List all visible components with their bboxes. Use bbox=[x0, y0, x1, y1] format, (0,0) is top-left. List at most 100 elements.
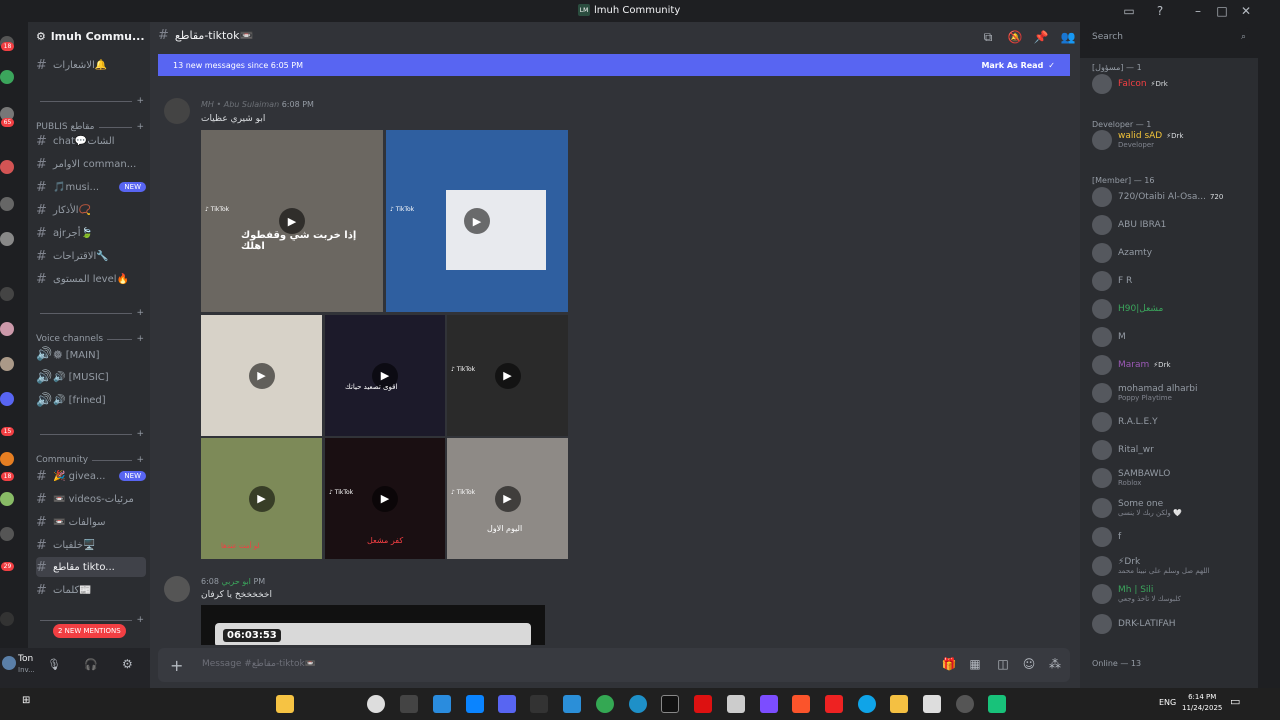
add-channel-icon[interactable]: + bbox=[136, 308, 144, 318]
terminal-icon[interactable] bbox=[661, 695, 679, 713]
app-icon[interactable] bbox=[988, 695, 1006, 713]
folder-icon[interactable] bbox=[890, 695, 908, 713]
add-channel-icon[interactable]: + bbox=[136, 615, 144, 625]
avatar[interactable] bbox=[164, 576, 190, 602]
emoji-icon[interactable]: ☺ bbox=[1020, 655, 1038, 673]
threads-icon[interactable]: ⧉ bbox=[979, 28, 997, 46]
search-input[interactable]: Search ⌕ bbox=[1088, 28, 1250, 48]
video-tile[interactable]: ♪ TikTok ▶ bbox=[447, 315, 568, 436]
pin-icon[interactable]: 📌 bbox=[1032, 28, 1050, 46]
language-indicator[interactable]: ENG bbox=[1159, 698, 1176, 707]
member-item[interactable]: ABU IBRA1 bbox=[1092, 213, 1252, 237]
video-tile[interactable]: ♪ TikTok ▶ كفر مشعل bbox=[325, 438, 445, 559]
server-icon[interactable] bbox=[0, 452, 14, 466]
discord-icon[interactable] bbox=[498, 695, 516, 713]
video-tile[interactable]: ▶ اقوى تصعيد حياتك bbox=[325, 315, 445, 436]
file-explorer-icon[interactable] bbox=[276, 695, 294, 713]
add-channel-icon[interactable]: + bbox=[136, 429, 144, 439]
server-icon[interactable] bbox=[0, 322, 14, 336]
video-tile[interactable]: ♪ TikTok ▶ إذا خربت شي وقفطوك اهلك bbox=[201, 130, 383, 312]
new-messages-banner[interactable]: 13 new messages since 6:05 PM Mark As Re… bbox=[158, 54, 1070, 76]
message-author[interactable]: ابو حربي 6:08 PM bbox=[201, 577, 265, 586]
video-tile[interactable]: ▶ لو أمت عندها bbox=[201, 438, 322, 559]
channel-item[interactable]: 🔊 🔊 [frined] bbox=[36, 390, 146, 410]
member-item[interactable]: Rital_wr bbox=[1092, 438, 1252, 462]
app-icon[interactable] bbox=[400, 695, 418, 713]
category-header[interactable]: Community + bbox=[36, 455, 144, 465]
category-header[interactable]: Voice channels + bbox=[36, 334, 144, 344]
new-mentions-badge[interactable]: 2 NEW MENTIONS bbox=[53, 624, 126, 638]
members-icon[interactable]: 👥 bbox=[1059, 28, 1077, 46]
maximize-button[interactable]: □ bbox=[1213, 2, 1231, 20]
channel-item[interactable]: # الاقتراحات🔧 bbox=[36, 246, 146, 266]
member-item[interactable]: M bbox=[1092, 325, 1252, 349]
message-input[interactable]: Message #مقاطع-tiktok📼 bbox=[202, 659, 316, 669]
channel-item[interactable]: # مقاطع tikto... bbox=[36, 557, 146, 577]
server-icon[interactable] bbox=[0, 287, 14, 301]
server-icon[interactable] bbox=[0, 612, 14, 626]
microphone-icon[interactable]: 🎙 bbox=[47, 658, 61, 671]
video-tile[interactable]: ▶ bbox=[201, 315, 322, 436]
app-icon[interactable] bbox=[727, 695, 745, 713]
channel-item[interactable]: 🔊 𖣔 [MAIN] bbox=[36, 344, 146, 364]
minimize-button[interactable]: – bbox=[1189, 2, 1207, 20]
mute-bell-icon[interactable]: 🔕 bbox=[1006, 28, 1024, 46]
clock-app-icon[interactable] bbox=[367, 695, 385, 713]
category-header[interactable]: + bbox=[36, 429, 144, 439]
add-channel-icon[interactable]: + bbox=[136, 455, 144, 465]
app-icon[interactable] bbox=[956, 695, 974, 713]
video-embed[interactable]: 06:03:53 bbox=[201, 605, 545, 645]
server-icon[interactable] bbox=[0, 527, 14, 541]
mark-as-read-button[interactable]: Mark As Read ✓ bbox=[981, 61, 1055, 70]
server-icon[interactable] bbox=[0, 232, 14, 246]
channel-item[interactable]: # 📼 videos-مرئيات bbox=[36, 489, 146, 509]
video-tile[interactable]: ♪ TikTok ▶ bbox=[386, 130, 568, 312]
chrome-icon[interactable] bbox=[596, 695, 614, 713]
server-icon[interactable] bbox=[0, 197, 14, 211]
app-icon[interactable] bbox=[433, 695, 451, 713]
channel-item[interactable]: # خلفيات🖥️ bbox=[36, 535, 146, 555]
member-item[interactable]: H90|مشعل bbox=[1092, 297, 1252, 321]
channel-item[interactable]: 🔊 🔊 [MUSIC] bbox=[36, 367, 146, 387]
edge-icon[interactable] bbox=[629, 695, 647, 713]
channel-item[interactable]: # 🎵musi... NEW bbox=[36, 177, 146, 197]
system-clock[interactable]: 6:14 PM 11/24/2025 bbox=[1182, 692, 1222, 714]
app-icon[interactable] bbox=[858, 695, 876, 713]
channel-item[interactable]: # الاوامر comman... bbox=[36, 154, 146, 174]
user-settings-icon[interactable]: ⚙ bbox=[122, 657, 133, 671]
add-attachment-icon[interactable]: + bbox=[170, 656, 183, 675]
member-item[interactable]: F R bbox=[1092, 269, 1252, 293]
channel-item[interactable]: # المستوى level🔥 bbox=[36, 269, 146, 289]
message-author[interactable]: MH • Abu Sulaiman 6:08 PM bbox=[201, 100, 314, 109]
server-header[interactable]: ⚙ lmuh Commu... ⌄ bbox=[36, 30, 159, 43]
channel-item[interactable]: # الأذكار📿 bbox=[36, 200, 146, 220]
channel-item[interactable]: # ajrأجر🍃 bbox=[36, 223, 146, 243]
channel-item[interactable]: # كلمات📰 bbox=[36, 580, 146, 600]
brave-icon[interactable] bbox=[792, 695, 810, 713]
member-item[interactable]: f bbox=[1092, 525, 1252, 549]
add-channel-icon[interactable]: + bbox=[136, 122, 144, 132]
channel-item[interactable]: # 📼 سوالفات bbox=[36, 512, 146, 532]
avatar[interactable] bbox=[2, 656, 16, 670]
apps-icon[interactable]: ⁂ bbox=[1046, 655, 1064, 673]
headphones-icon[interactable]: 🎧 bbox=[84, 658, 98, 671]
add-channel-icon[interactable]: + bbox=[136, 96, 144, 106]
help-icon[interactable]: ? bbox=[1151, 2, 1169, 20]
member-item[interactable]: walid sAD ⚡Drk Developer bbox=[1092, 128, 1252, 152]
close-button[interactable]: ✕ bbox=[1237, 2, 1255, 20]
server-icon[interactable] bbox=[0, 392, 14, 406]
video-tile[interactable]: ♪ TikTok ▶ اليوم الاول bbox=[447, 438, 568, 559]
gif-icon[interactable]: ▦ bbox=[966, 655, 984, 673]
member-item[interactable]: Mh | Sili كلبوسك لا تاخذ وجعي bbox=[1092, 582, 1252, 606]
category-header[interactable]: + bbox=[36, 96, 144, 106]
channel-item[interactable]: # chat💬الشات bbox=[36, 131, 146, 151]
category-header[interactable]: PUBLIS مقاطع + bbox=[36, 122, 144, 132]
inbox-icon[interactable]: ▭ bbox=[1120, 2, 1138, 20]
server-icon[interactable] bbox=[0, 160, 14, 174]
server-icon[interactable] bbox=[0, 492, 14, 506]
member-item[interactable]: DRK-LATIFAH bbox=[1092, 612, 1252, 636]
member-item[interactable]: mohamad alharbi Poppy Playtime bbox=[1092, 381, 1252, 405]
member-item[interactable]: ⚡Drk اللهم صل وسلم على نبينا محمد bbox=[1092, 554, 1252, 578]
app-icon[interactable] bbox=[563, 695, 581, 713]
server-icon[interactable] bbox=[0, 357, 14, 371]
